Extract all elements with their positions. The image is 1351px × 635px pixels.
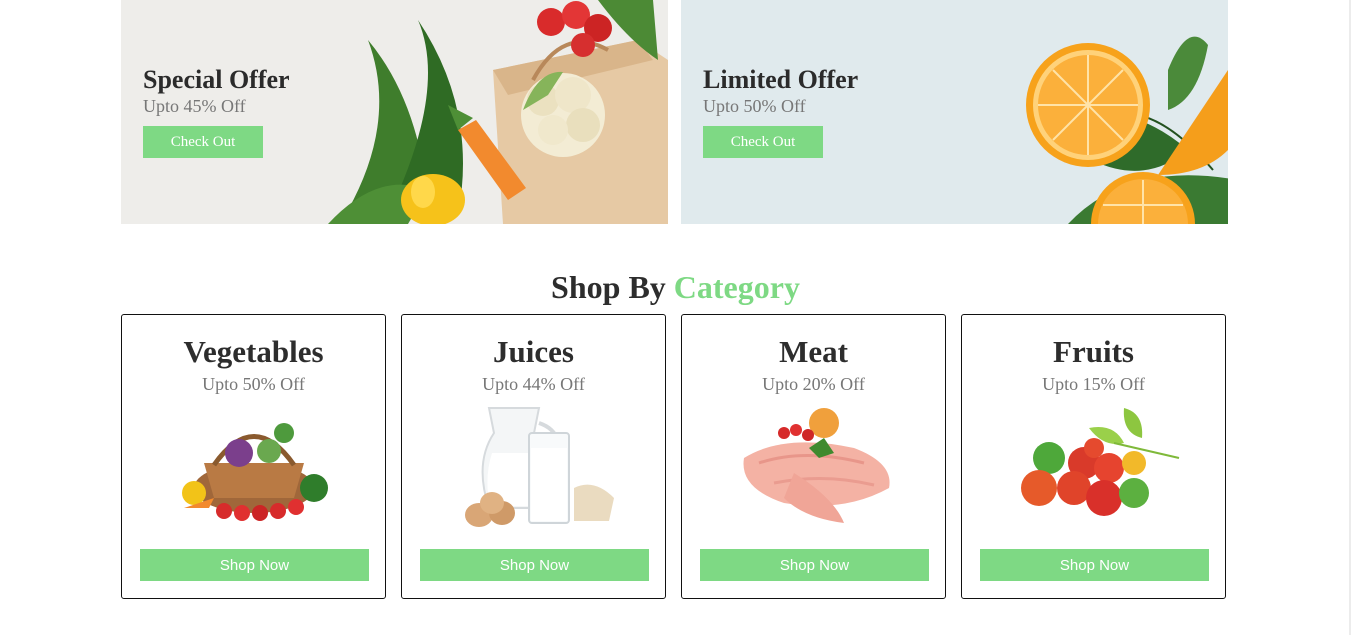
category-card-vegetables: Vegetables Upto 50% Off Shop Now [121, 314, 386, 599]
banner-limited-offer: Limited Offer Upto 50% Off Check Out [681, 0, 1228, 224]
shop-now-button[interactable]: Shop Now [980, 549, 1209, 581]
shop-now-button[interactable]: Shop Now [420, 549, 649, 581]
banner-subtitle: Upto 50% Off [703, 96, 806, 116]
section-heading: Shop By Category [0, 268, 1351, 306]
fruit-bunch-image [1021, 408, 1180, 516]
category-discount: Upto 15% Off [1042, 374, 1145, 394]
category-title: Juices [493, 334, 574, 369]
category-discount: Upto 44% Off [482, 374, 585, 394]
category-discount: Upto 20% Off [762, 374, 865, 394]
raw-meat-image [743, 408, 890, 523]
banner-special-offer: Special Offer Upto 45% Off Check Out [121, 0, 668, 224]
check-out-button[interactable]: Check Out [703, 126, 823, 158]
shop-now-button[interactable]: Shop Now [700, 549, 929, 581]
category-title: Vegetables [183, 334, 324, 369]
category-title: Fruits [1053, 334, 1134, 369]
category-title: Meat [779, 334, 848, 369]
category-card-fruits: Fruits Upto 15% Off Shop Now [961, 314, 1226, 599]
banner-title: Special Offer [143, 65, 290, 94]
banner-subtitle: Upto 45% Off [143, 96, 246, 116]
vegetable-basket-image [182, 423, 328, 521]
check-out-button[interactable]: Check Out [143, 126, 263, 158]
shop-now-button[interactable]: Shop Now [140, 549, 369, 581]
banner-title: Limited Offer [703, 65, 859, 94]
category-discount: Upto 50% Off [202, 374, 305, 394]
orange-slices-illustration [1026, 36, 1228, 224]
section-heading-accent: Category [673, 269, 800, 305]
milk-jug-image [465, 407, 614, 527]
category-card-juices: Juices Upto 44% Off Shop Now [401, 314, 666, 599]
grocery-bag-illustration [328, 0, 668, 224]
category-card-meat: Meat Upto 20% Off Shop Now [681, 314, 946, 599]
section-heading-main: Shop By [551, 269, 666, 305]
